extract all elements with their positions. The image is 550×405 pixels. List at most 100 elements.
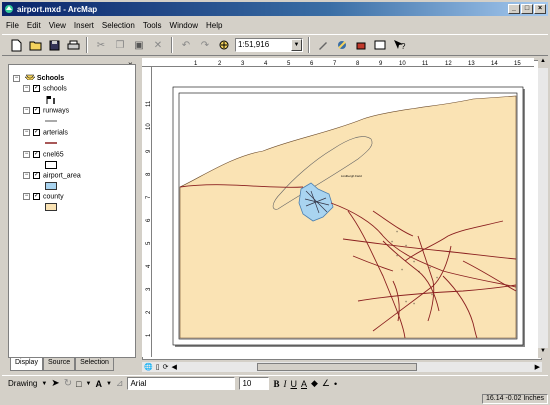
toc-dataframe[interactable]: − Schools bbox=[13, 72, 64, 82]
collapse-icon[interactable]: − bbox=[13, 74, 20, 82]
rectangle-icon[interactable]: □ bbox=[76, 379, 81, 389]
county-polygon-symbol bbox=[45, 203, 57, 213]
ruler-tick: 14 bbox=[491, 61, 498, 67]
ruler-tick: 2 bbox=[146, 310, 152, 314]
collapse-icon[interactable]: − bbox=[23, 85, 30, 92]
menu-file[interactable]: File bbox=[6, 21, 19, 30]
collapse-icon[interactable]: − bbox=[23, 193, 30, 200]
horizontal-scrollbar[interactable]: 🌐 ▯ ⟳ ◀ ▶ bbox=[142, 362, 542, 372]
vertical-scrollbar[interactable]: ▲ ▼ bbox=[538, 58, 548, 358]
toc-layer-cnel65[interactable]: − ✓ cnel65 bbox=[23, 151, 64, 158]
tab-source[interactable]: Source bbox=[42, 358, 76, 371]
delete-icon[interactable]: ✕ bbox=[150, 37, 166, 53]
menu-window[interactable]: Window bbox=[170, 21, 198, 30]
layer-name: arterials bbox=[43, 129, 68, 137]
line-color-icon[interactable]: ∠ bbox=[322, 378, 330, 389]
layer-visibility-checkbox[interactable]: ✓ bbox=[33, 151, 40, 158]
font-name-field[interactable]: Arial bbox=[127, 377, 236, 390]
menu-tools[interactable]: Tools bbox=[143, 21, 162, 30]
new-text-icon[interactable]: A bbox=[95, 379, 102, 389]
tab-selection[interactable]: Selection bbox=[75, 358, 114, 371]
standard-toolbar: ✂ ❐ ▣ ✕ ↶ ↷ 1:51,916 ▼ ? bbox=[2, 34, 548, 56]
select-elements-icon[interactable]: ➤ bbox=[51, 378, 59, 389]
font-name-value: Arial bbox=[130, 379, 147, 388]
tab-display[interactable]: Display bbox=[10, 358, 43, 371]
svg-text:+: + bbox=[436, 276, 438, 280]
collapse-icon[interactable]: − bbox=[23, 151, 30, 158]
scroll-right-icon[interactable]: ▶ bbox=[535, 363, 540, 371]
toc-layer-runways[interactable]: − ✓ runways bbox=[23, 107, 69, 114]
collapse-icon[interactable]: − bbox=[23, 129, 30, 136]
svg-text:+: + bbox=[391, 240, 393, 244]
collapse-icon[interactable]: − bbox=[23, 172, 30, 179]
chevron-down-icon[interactable]: ▼ bbox=[291, 39, 302, 51]
menu-selection[interactable]: Selection bbox=[102, 21, 135, 30]
menu-edit[interactable]: Edit bbox=[27, 21, 41, 30]
bold-icon[interactable]: B bbox=[273, 379, 279, 389]
font-size-field[interactable]: 10 bbox=[239, 377, 270, 390]
rotate-icon[interactable]: ↻ bbox=[64, 378, 72, 389]
ruler-tick: 5 bbox=[287, 61, 291, 67]
layer-visibility-checkbox[interactable]: ✓ bbox=[33, 193, 40, 200]
scroll-left-icon[interactable]: ◀ bbox=[171, 363, 176, 371]
whats-this-help-icon[interactable]: ? bbox=[391, 37, 407, 53]
toc-layer-schools[interactable]: − ✓ schools bbox=[23, 85, 67, 92]
new-document-icon[interactable] bbox=[8, 37, 24, 53]
layer-visibility-checkbox[interactable]: ✓ bbox=[33, 107, 40, 114]
print-icon[interactable] bbox=[65, 37, 81, 53]
undo-icon[interactable]: ↶ bbox=[178, 37, 194, 53]
minimize-button[interactable]: _ bbox=[508, 4, 520, 14]
redo-icon[interactable]: ↷ bbox=[197, 37, 213, 53]
layout-view[interactable]: Lindbergh Field + + + + + + + + + + + + bbox=[142, 60, 542, 360]
arctoolbox-icon[interactable] bbox=[353, 37, 369, 53]
close-button[interactable]: × bbox=[534, 4, 546, 14]
table-of-contents: − Schools − ✓ schools − ✓ runways − ✓ arterial… bbox=[8, 64, 136, 358]
map-canvas[interactable]: Lindbergh Field + + + + + + + + + + + + bbox=[143, 61, 543, 361]
save-icon[interactable] bbox=[46, 37, 62, 53]
menu-insert[interactable]: Insert bbox=[74, 21, 94, 30]
chevron-down-icon[interactable]: ▼ bbox=[106, 381, 112, 387]
ruler-tick: 8 bbox=[146, 172, 152, 176]
layer-visibility-checkbox[interactable]: ✓ bbox=[33, 85, 40, 92]
edit-vertices-icon[interactable]: ⊿ bbox=[116, 378, 124, 389]
command-line-icon[interactable] bbox=[372, 37, 388, 53]
svg-text:+: + bbox=[396, 230, 398, 234]
scroll-up-icon[interactable]: ▲ bbox=[538, 58, 548, 68]
arcmap-icon bbox=[5, 5, 13, 13]
open-folder-icon[interactable] bbox=[27, 37, 43, 53]
maximize-button[interactable]: □ bbox=[521, 4, 533, 14]
toc-layer-county[interactable]: − ✓ county bbox=[23, 193, 64, 200]
svg-text:+: + bbox=[405, 244, 407, 248]
menu-help[interactable]: Help bbox=[206, 21, 222, 30]
editor-toolbar-icon[interactable] bbox=[315, 37, 331, 53]
data-view-icon[interactable]: 🌐 bbox=[144, 363, 153, 371]
cut-icon[interactable]: ✂ bbox=[93, 37, 109, 53]
chevron-down-icon[interactable]: ▼ bbox=[86, 381, 92, 387]
ruler-tick: 9 bbox=[146, 149, 152, 153]
arccatalog-icon[interactable] bbox=[334, 37, 350, 53]
layout-view-icon[interactable]: ▯ bbox=[156, 363, 160, 371]
collapse-icon[interactable]: − bbox=[23, 107, 30, 114]
refresh-icon[interactable]: ⟳ bbox=[163, 363, 169, 371]
scroll-thumb[interactable] bbox=[256, 363, 417, 371]
copy-icon[interactable]: ❐ bbox=[112, 37, 128, 53]
airport-label: Lindbergh Field bbox=[341, 174, 362, 178]
menu-bar: File Edit View Insert Selection Tools Wi… bbox=[2, 18, 548, 32]
toc-layer-arterials[interactable]: − ✓ arterials bbox=[23, 129, 68, 136]
fill-color-icon[interactable]: ◆ bbox=[311, 378, 318, 389]
add-data-icon[interactable] bbox=[216, 37, 232, 53]
paste-icon[interactable]: ▣ bbox=[131, 37, 147, 53]
underline-icon[interactable]: U bbox=[290, 379, 297, 389]
layer-visibility-checkbox[interactable]: ✓ bbox=[33, 129, 40, 136]
map-scale-field[interactable]: 1:51,916 ▼ bbox=[235, 38, 303, 52]
chevron-down-icon[interactable]: ▼ bbox=[41, 381, 47, 387]
font-color-icon[interactable]: A bbox=[301, 379, 307, 389]
scroll-down-icon[interactable]: ▼ bbox=[538, 348, 548, 358]
layers-icon bbox=[24, 74, 36, 81]
toc-layer-airport-area[interactable]: − ✓ airport_area bbox=[23, 172, 81, 179]
drawing-menu[interactable]: Drawing bbox=[8, 379, 37, 388]
layer-visibility-checkbox[interactable]: ✓ bbox=[33, 172, 40, 179]
menu-view[interactable]: View bbox=[49, 21, 66, 30]
marker-color-icon[interactable]: • bbox=[334, 379, 337, 389]
italic-icon[interactable]: I bbox=[283, 379, 286, 389]
